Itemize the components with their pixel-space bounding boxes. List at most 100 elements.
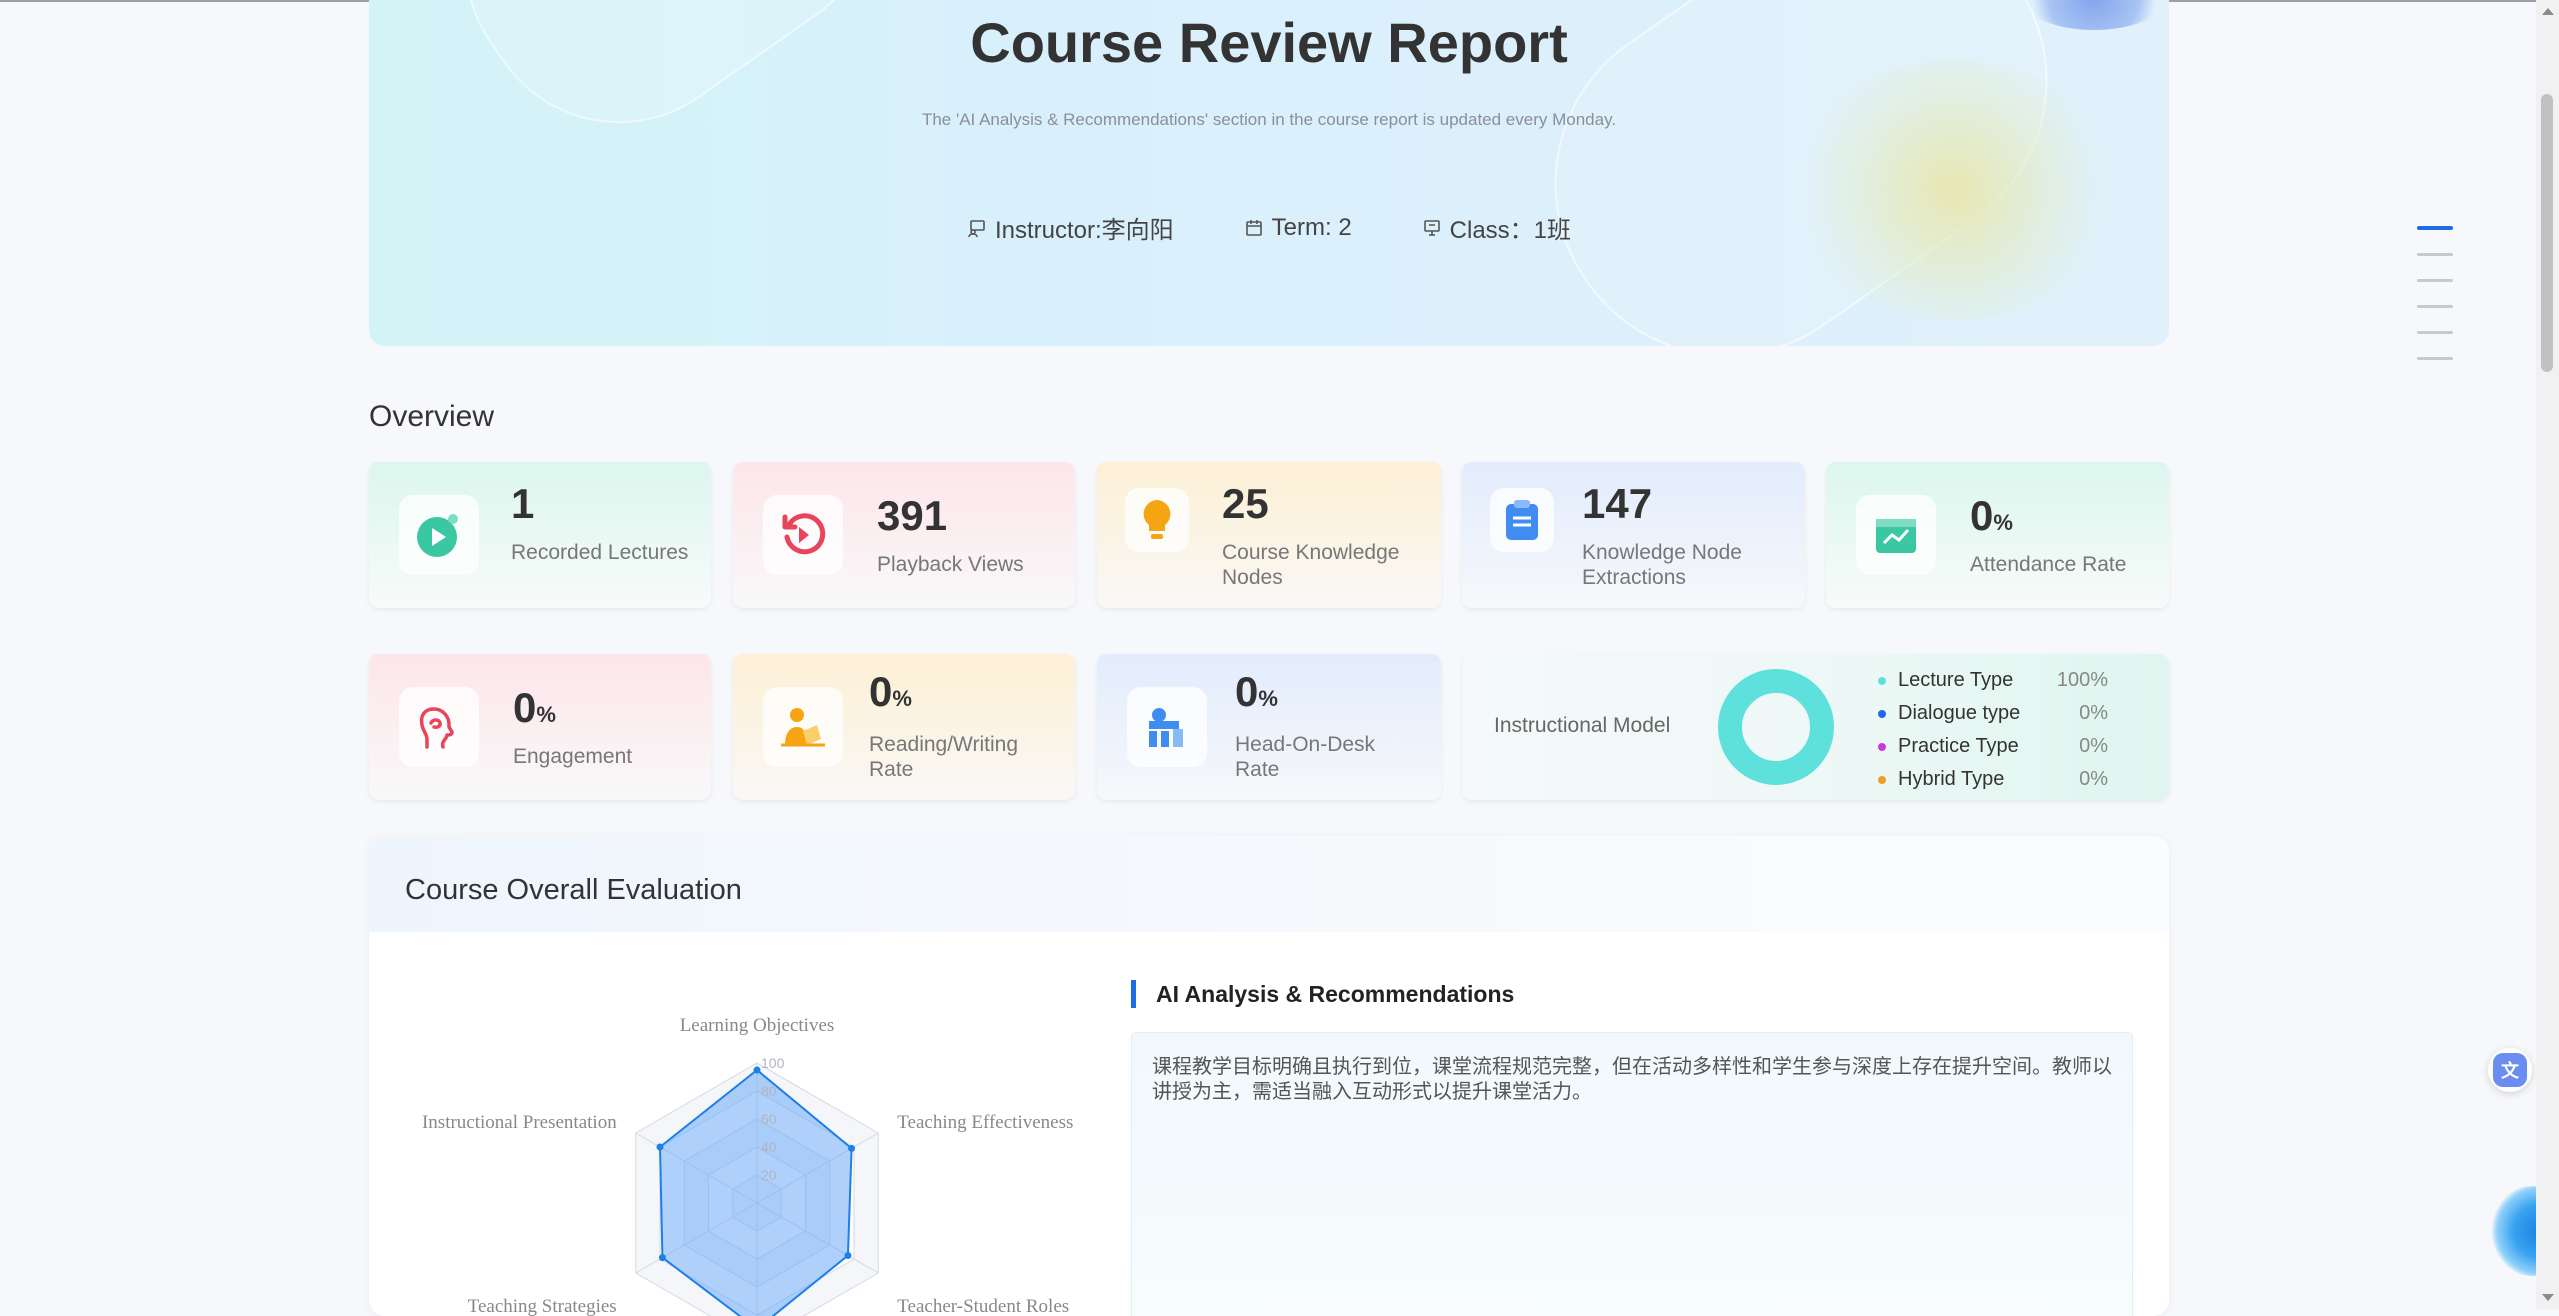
stat-number: 0 bbox=[1235, 668, 1259, 715]
legend-dot bbox=[1878, 709, 1886, 718]
legend-item-lecture[interactable]: Lecture Type 100% bbox=[1878, 664, 2108, 697]
radar-axis-label: Instructional Presentation bbox=[422, 1112, 617, 1133]
stat-card-node-extractions: 147 Knowledge Node Extractions bbox=[1462, 462, 1805, 608]
radar-tick-label: 40 bbox=[761, 1139, 777, 1155]
legend-name: Lecture Type bbox=[1898, 669, 2014, 691]
stat-icon-box bbox=[763, 495, 843, 575]
legend-pct: 0% bbox=[2079, 702, 2108, 724]
stat-unit: % bbox=[892, 686, 912, 711]
legend-pct: 100% bbox=[2056, 669, 2108, 691]
radar-data-point bbox=[848, 1144, 856, 1152]
legend-pct: 0% bbox=[2079, 768, 2108, 790]
clipboard-icon bbox=[1506, 500, 1538, 540]
stat-card-playback-views: 391 Playback Views bbox=[733, 462, 1075, 608]
stat-card-attendance: 0% Attendance Rate bbox=[1826, 462, 2169, 608]
stat-label: Knowledge Node Extractions bbox=[1582, 541, 1742, 589]
ai-analysis-title: AI Analysis & Recommendations bbox=[1131, 980, 1514, 1008]
page-subtitle: The 'AI Analysis & Recommendations' sect… bbox=[921, 110, 1617, 129]
course-evaluation-panel: Course Overall Evaluation 100 80 60 40 20 Lea… bbox=[369, 836, 2169, 1316]
stat-icon-box bbox=[399, 687, 479, 767]
stat-icon-box bbox=[1856, 495, 1936, 575]
stat-value: 25 bbox=[1222, 480, 1269, 527]
evaluation-radar-chart[interactable]: 100 80 60 40 20 Learning Objectives Teaching E… bbox=[375, 978, 1135, 1316]
ai-analysis-text: 课程教学目标明确且执行到位，课堂流程规范完整，但在活动多样性和学生参与深度上存在… bbox=[1152, 1056, 2112, 1103]
stat-number: 0 bbox=[1970, 492, 1994, 539]
stat-card-knowledge-nodes: 25 Course Knowledge Nodes bbox=[1097, 462, 1441, 608]
lightbulb-icon bbox=[1143, 500, 1171, 539]
radar-data-point bbox=[656, 1143, 664, 1151]
radar-axis-label: Teaching Strategies bbox=[468, 1296, 617, 1316]
instructional-model-card: Instructional Model Lecture Type 100% Dia… bbox=[1462, 654, 2169, 800]
section-nav-item[interactable] bbox=[2417, 305, 2453, 308]
instructor-label: Instructor:李向阳 bbox=[994, 217, 1174, 244]
legend-name: Practice Type bbox=[1898, 735, 2019, 757]
calendar-icon bbox=[1245, 219, 1262, 236]
stat-label: Engagement bbox=[513, 745, 633, 768]
radar-data-point bbox=[844, 1252, 852, 1259]
replay-icon bbox=[782, 513, 826, 555]
scroll-down-arrow-icon[interactable] bbox=[2542, 1294, 2554, 1301]
classroom-icon bbox=[1423, 219, 1440, 236]
section-nav-item[interactable] bbox=[2417, 253, 2453, 256]
evaluation-header: Course Overall Evaluation bbox=[369, 836, 2169, 932]
legend-name: Hybrid Type bbox=[1898, 768, 2005, 790]
radar-axis-label: Learning Objectives bbox=[680, 1015, 835, 1036]
page-title: Course Review Report bbox=[970, 11, 1568, 74]
scroll-up-arrow-icon[interactable] bbox=[2542, 8, 2554, 15]
class-info: Class：1班 bbox=[1422, 210, 1571, 245]
evaluation-title: Course Overall Evaluation bbox=[405, 874, 742, 906]
legend-item-dialogue[interactable]: Dialogue type 0% bbox=[1878, 697, 2108, 730]
stat-label: Head-On-Desk Rate bbox=[1235, 733, 1376, 781]
legend-item-practice[interactable]: Practice Type 0% bbox=[1878, 730, 2108, 763]
head-profile-icon bbox=[419, 707, 454, 749]
radar-tick-label: 80 bbox=[761, 1083, 777, 1099]
section-nav-item[interactable] bbox=[2417, 357, 2453, 360]
ai-analysis-box: 课程教学目标明确且执行到位，课堂流程规范完整，但在活动多样性和学生参与深度上存在… bbox=[1131, 1032, 2133, 1316]
radar-data-point bbox=[658, 1254, 666, 1262]
legend-item-hybrid[interactable]: Hybrid Type 0% bbox=[1878, 763, 2108, 796]
instructional-model-donut[interactable] bbox=[1717, 668, 1835, 786]
stat-value: 391 bbox=[877, 492, 948, 539]
calendar-chart-icon bbox=[1876, 519, 1916, 553]
stat-value: 1 bbox=[511, 480, 535, 527]
radar-tick-label: 100 bbox=[761, 1055, 785, 1071]
stat-label: Reading/Writing Rate bbox=[869, 733, 1019, 781]
page-scrollbar[interactable] bbox=[2536, 0, 2559, 1309]
stat-label: Course Knowledge Nodes bbox=[1222, 541, 1400, 589]
stat-unit: % bbox=[536, 702, 556, 727]
stat-icon-box bbox=[1125, 488, 1189, 552]
stat-value: 0% bbox=[1235, 668, 1278, 716]
instructor-icon bbox=[968, 219, 985, 237]
radar-tick-label: 60 bbox=[761, 1111, 777, 1127]
stat-label: Attendance Rate bbox=[1970, 553, 2127, 576]
scrollbar-thumb[interactable] bbox=[2541, 94, 2553, 372]
section-nav-item[interactable] bbox=[2417, 279, 2453, 282]
stat-card-engagement: 0% Engagement bbox=[369, 654, 711, 800]
donut-ring-lecture bbox=[1718, 669, 1834, 785]
legend-name: Dialogue type bbox=[1898, 702, 2021, 724]
radar-axis-label: Teaching Effectiveness bbox=[897, 1112, 1073, 1133]
stat-icon-box bbox=[1127, 687, 1207, 767]
reading-person-icon bbox=[781, 708, 825, 747]
stat-number: 0 bbox=[869, 668, 893, 715]
stat-unit: % bbox=[1258, 686, 1278, 711]
overview-title: Overview bbox=[369, 400, 495, 433]
stat-card-head-on-desk: 0% Head-On-Desk Rate bbox=[1097, 654, 1441, 800]
radar-axis-label: Teacher-Student Roles bbox=[897, 1296, 1069, 1316]
radar-data-point bbox=[753, 1066, 761, 1074]
section-nav-item[interactable] bbox=[2417, 226, 2453, 230]
stat-icon-box bbox=[763, 687, 843, 767]
report-header-banner: Course Review Report The 'AI Analysis & … bbox=[369, 0, 2169, 346]
legend-dot bbox=[1878, 742, 1886, 751]
stat-unit: % bbox=[1993, 510, 2013, 535]
desk-sleeping-icon bbox=[1149, 708, 1183, 747]
translate-icon: 文 bbox=[2493, 1053, 2527, 1087]
section-nav-item[interactable] bbox=[2417, 331, 2453, 334]
stat-number: 0 bbox=[513, 684, 537, 731]
legend-pct: 0% bbox=[2079, 735, 2108, 757]
stat-card-recorded-lectures: 1 Recorded Lectures bbox=[369, 462, 711, 608]
radar-tick-label: 20 bbox=[761, 1167, 777, 1183]
translate-button[interactable]: 文 bbox=[2488, 1048, 2532, 1092]
stat-icon-box bbox=[399, 495, 479, 575]
stat-card-reading-writing: 0% Reading/Writing Rate bbox=[733, 654, 1075, 800]
